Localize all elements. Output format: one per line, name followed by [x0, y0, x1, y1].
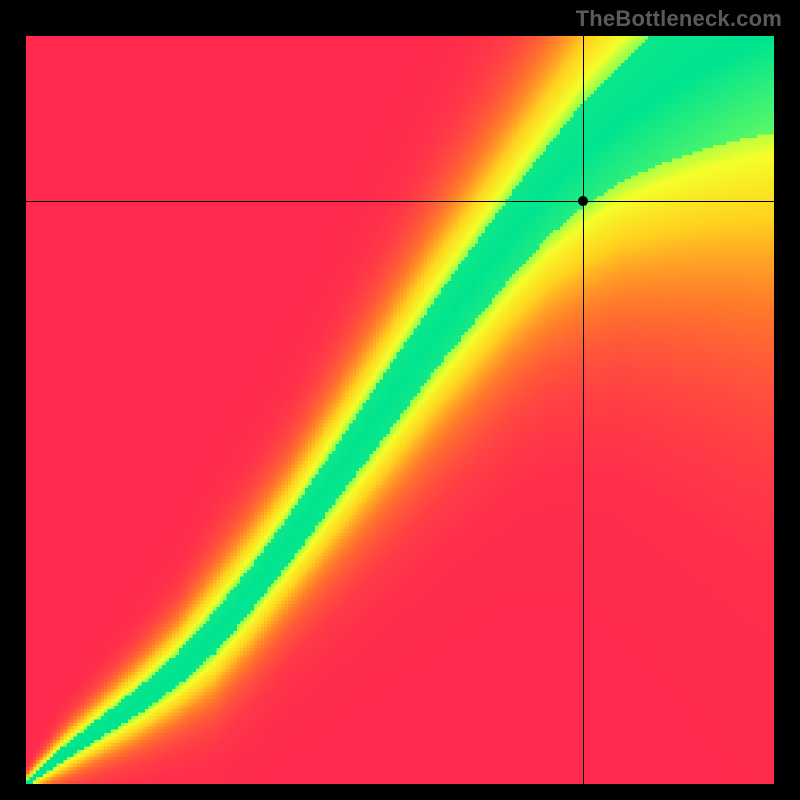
watermark-text: TheBottleneck.com — [576, 6, 782, 32]
heatmap-canvas — [26, 36, 774, 784]
chart-frame: TheBottleneck.com — [0, 0, 800, 800]
heatmap-plot — [26, 36, 774, 784]
